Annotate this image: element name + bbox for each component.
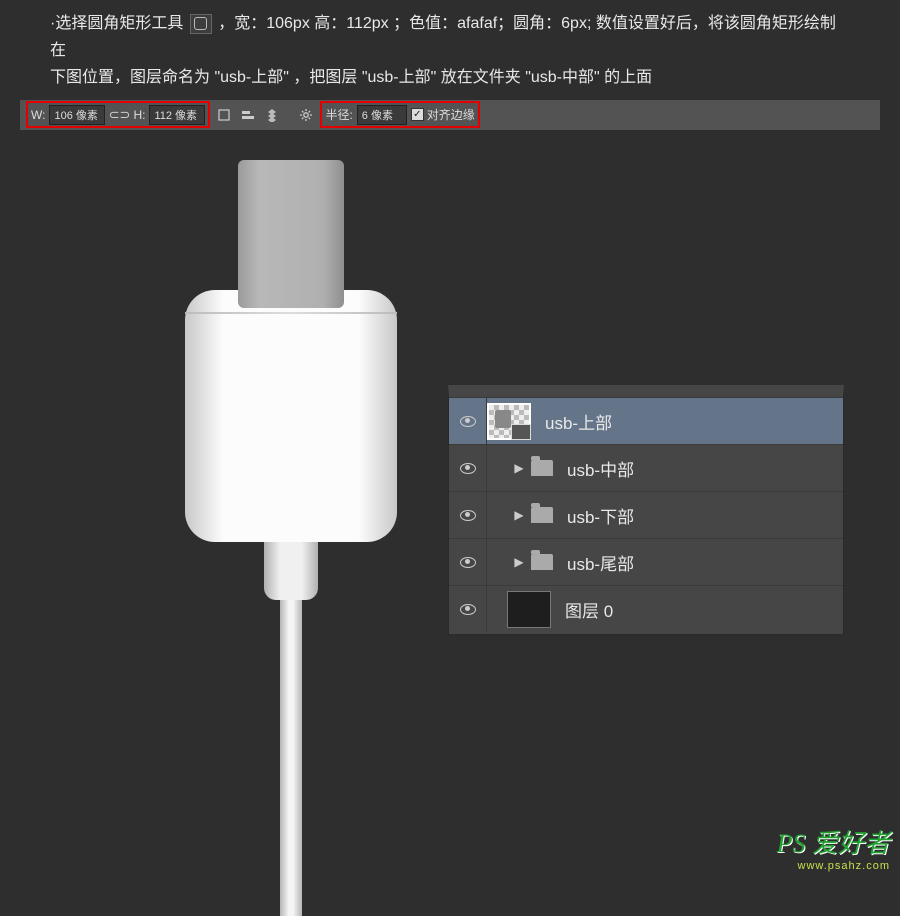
watermark: PS 爱好者 www.psahz.com	[777, 823, 890, 872]
folder-icon	[531, 460, 553, 476]
usb-cable-shape	[280, 596, 302, 916]
visibility-icon[interactable]	[460, 557, 476, 568]
layer-row[interactable]: ▶ usb-尾部	[449, 538, 843, 585]
layer-name: usb-中部	[567, 456, 843, 481]
layer-thumbnail[interactable]	[507, 591, 551, 628]
visibility-icon[interactable]	[460, 463, 476, 474]
usb-top-shape	[238, 160, 344, 308]
layer-name: 图层 0	[565, 597, 843, 622]
visibility-icon[interactable]	[460, 510, 476, 521]
folder-icon	[531, 507, 553, 523]
layer-name: usb-尾部	[567, 550, 843, 575]
layers-panel: usb-上部 ▶ usb-中部 ▶ usb-下部 ▶ usb-尾部 图层 0	[448, 385, 844, 635]
visibility-icon[interactable]	[460, 416, 476, 427]
visibility-icon[interactable]	[460, 604, 476, 615]
layer-name: usb-下部	[567, 503, 843, 528]
expand-icon[interactable]: ▶	[511, 554, 527, 570]
usb-body-shape	[185, 290, 397, 542]
layer-name: usb-上部	[545, 409, 843, 434]
layer-row[interactable]: 图层 0	[449, 585, 843, 632]
expand-icon[interactable]: ▶	[511, 460, 527, 476]
instruction-text: ·选择圆角矩形工具 ，宽：106px 高：112px ；色值：afafaf；圆角…	[0, 0, 900, 98]
expand-icon[interactable]: ▶	[511, 507, 527, 523]
watermark-title: PS 爱好者	[777, 823, 890, 860]
folder-icon	[531, 554, 553, 570]
rounded-rect-tool-icon	[190, 14, 212, 34]
watermark-url: www.psahz.com	[777, 860, 890, 872]
usb-neck-shape	[264, 536, 318, 600]
layer-row[interactable]: ▶ usb-中部	[449, 444, 843, 491]
layer-row[interactable]: ▶ usb-下部	[449, 491, 843, 538]
layer-row-selected[interactable]: usb-上部	[449, 397, 843, 444]
layer-thumbnail[interactable]	[487, 403, 531, 440]
canvas[interactable]: usb-上部 ▶ usb-中部 ▶ usb-下部 ▶ usb-尾部 图层 0	[0, 110, 900, 850]
